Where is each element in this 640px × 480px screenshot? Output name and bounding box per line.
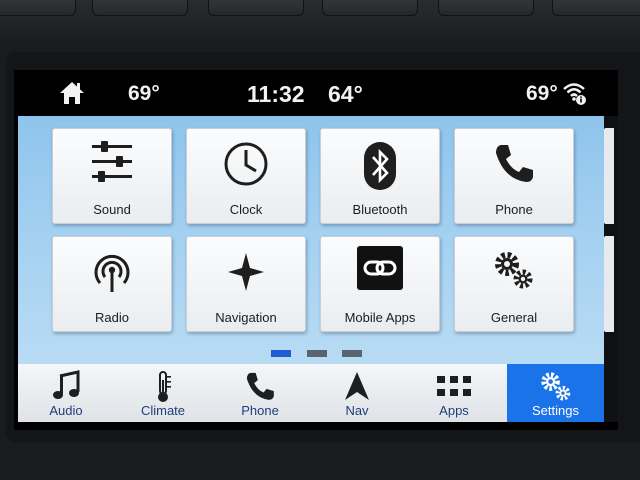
dashboard-trim [0, 0, 640, 40]
tile-clock[interactable]: Clock [186, 128, 306, 224]
nav-label: Phone [241, 403, 279, 418]
next-page-peek [604, 116, 618, 422]
tile-radio[interactable]: Radio [52, 236, 172, 332]
page-indicator-2[interactable] [307, 350, 327, 357]
tile-general[interactable]: General [454, 236, 574, 332]
tile-phone[interactable]: Phone [454, 128, 574, 224]
clock-time: 11:32 [247, 81, 305, 107]
phone-icon [492, 141, 536, 190]
wifi-info-icon[interactable] [562, 80, 588, 111]
gears-icon [491, 249, 537, 298]
nav-label: Nav [345, 403, 369, 418]
sliders-icon [89, 141, 135, 190]
nav-label: Climate [140, 403, 186, 418]
nav-settings[interactable]: Settings [507, 364, 604, 422]
tile-label: General [490, 310, 538, 325]
link-icon [356, 245, 404, 296]
apps-grid-icon [435, 374, 473, 403]
bluetooth-icon [362, 141, 398, 196]
radio-icon [90, 249, 134, 300]
tile-label: Phone [495, 202, 533, 217]
tile-mobile-apps[interactable]: Mobile Apps [320, 236, 440, 332]
nav-phone[interactable]: Phone [212, 364, 308, 422]
dashboard-button [92, 0, 188, 16]
driver-temp[interactable]: 69° [128, 82, 160, 106]
page-indicator-1[interactable] [271, 350, 291, 357]
bottom-nav-bar: Audio Climate Phone Nav Apps Settings [18, 364, 604, 422]
status-bar: 69° 11:32 64° 69° [14, 70, 618, 116]
dashboard-button [208, 0, 304, 16]
nav-climate[interactable]: Climate [115, 364, 211, 422]
nav-arrow-icon [343, 370, 371, 407]
passenger-temp[interactable]: 69° [526, 82, 558, 106]
tile-label: Clock [229, 202, 263, 217]
dashboard-button [552, 0, 640, 16]
clock-icon [223, 141, 269, 192]
dashboard-button [438, 0, 534, 16]
tile-label: Navigation [215, 310, 277, 325]
dashboard-button [322, 0, 418, 16]
nav-audio[interactable]: Audio [18, 364, 114, 422]
nav-label: Audio [49, 403, 83, 418]
nav-nav[interactable]: Nav [309, 364, 405, 422]
tile-label: Radio [95, 310, 129, 325]
tile-label: Sound [93, 202, 131, 217]
page-indicator-3[interactable] [342, 350, 362, 357]
tile-label: Bluetooth [352, 202, 408, 217]
phone-icon [244, 370, 276, 407]
next-page-tile[interactable] [604, 128, 614, 224]
tile-bluetooth[interactable]: Bluetooth [320, 128, 440, 224]
tile-navigation[interactable]: Navigation [186, 236, 306, 332]
infotainment-screen: 69° 11:32 64° 69° Sound Clock Bluetooth … [14, 70, 618, 430]
outside-temp: 64° [328, 81, 363, 107]
tile-label: Mobile Apps [344, 310, 416, 325]
next-page-tile[interactable] [604, 236, 614, 332]
compass-star-icon [226, 251, 266, 298]
music-note-icon [50, 370, 82, 407]
settings-grid: Sound Clock Bluetooth Phone Radio Naviga… [18, 116, 604, 364]
nav-label: Settings [532, 403, 579, 418]
dashboard-button [0, 0, 76, 16]
tile-sound[interactable]: Sound [52, 128, 172, 224]
nav-apps[interactable]: Apps [406, 364, 502, 422]
nav-label: Apps [439, 403, 469, 418]
home-icon[interactable] [58, 80, 86, 111]
